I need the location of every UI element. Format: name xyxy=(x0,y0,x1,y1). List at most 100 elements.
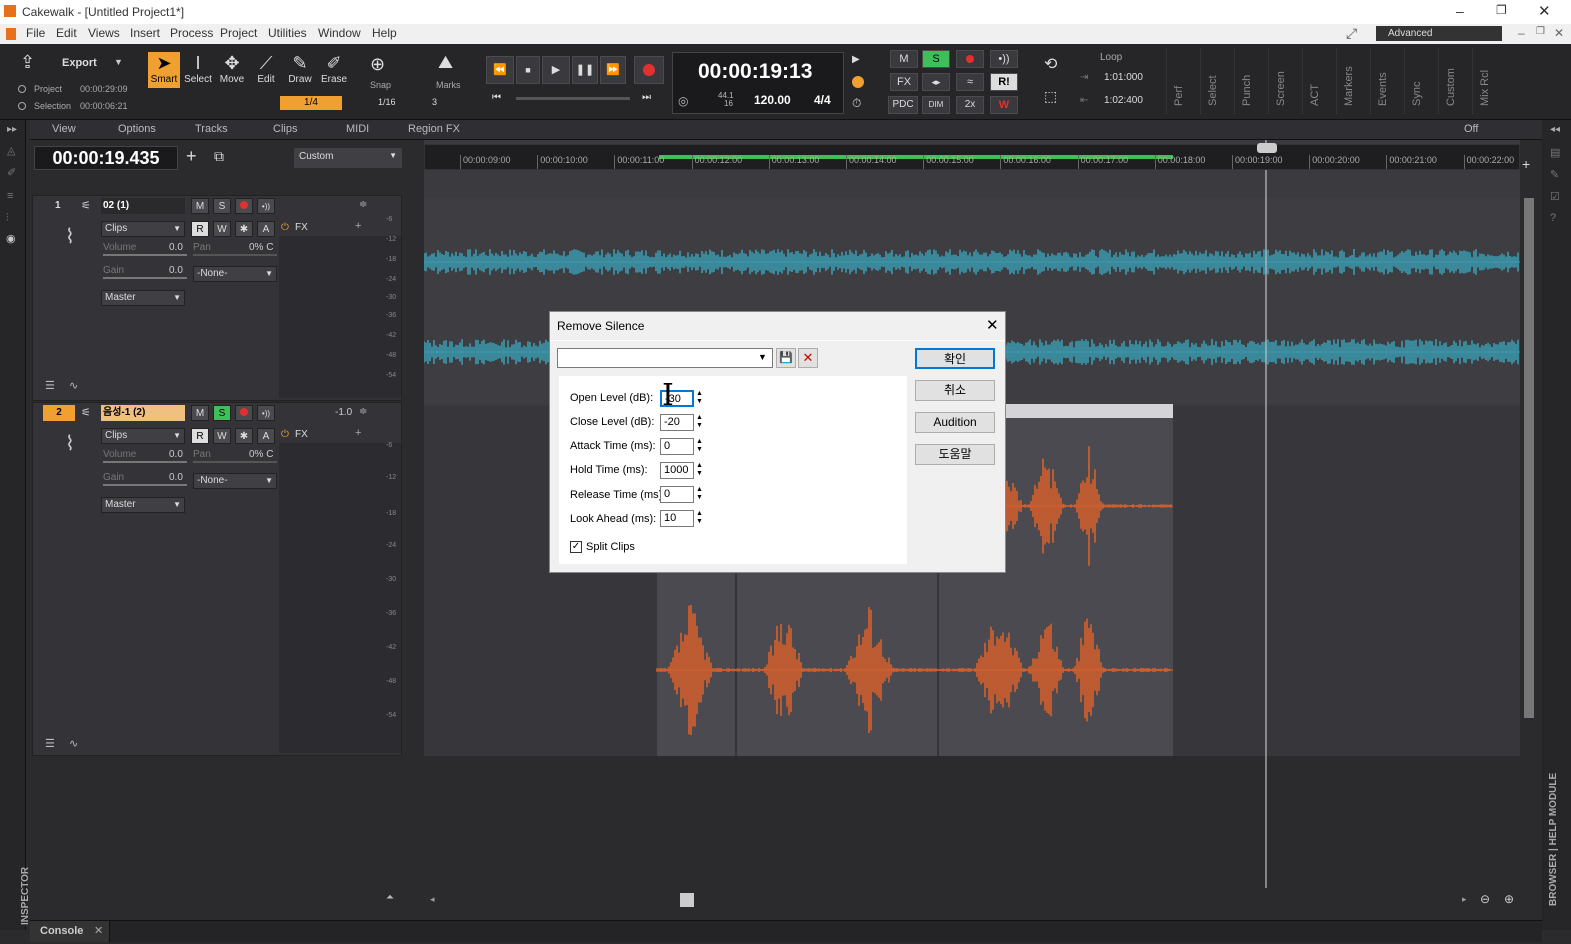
track-1[interactable]: 1 ⚟ 02 (1) M S •)) ≑ ⌇ Clips ▼ R W ✱ A ⏻ … xyxy=(32,195,402,401)
browser-icon-1[interactable]: ▤ xyxy=(1550,146,1560,159)
select-tool[interactable]: I Select xyxy=(182,52,214,88)
module-act[interactable]: ACT xyxy=(1302,48,1332,114)
module-screen[interactable]: Screen xyxy=(1268,48,1298,114)
project-radio[interactable] xyxy=(18,85,26,93)
workspace-select[interactable]: Advanced xyxy=(1376,26,1502,41)
track-settings-icon[interactable]: ⚟ xyxy=(81,406,91,419)
write-button[interactable]: W xyxy=(213,221,231,237)
ok-button[interactable]: 확인 xyxy=(915,348,995,369)
output-select[interactable]: Master ▼ xyxy=(101,290,185,306)
menu-project[interactable]: Project xyxy=(220,26,257,40)
solo-button[interactable]: S xyxy=(213,198,231,214)
close-level-input[interactable]: -20 xyxy=(660,414,694,431)
smart-tool[interactable]: ➤ Smart xyxy=(148,52,180,88)
look-ahead-input[interactable]: 10 xyxy=(660,510,694,527)
trim-icon[interactable]: ≑ xyxy=(359,199,367,210)
output-select[interactable]: Master ▼ xyxy=(101,497,185,513)
loop-end[interactable]: 1:02:400 xyxy=(1104,95,1143,106)
input-select[interactable]: -None- ▼ xyxy=(193,473,277,489)
gain-value[interactable]: 0.0 xyxy=(169,265,183,276)
automation-lane-icon[interactable]: ∿ xyxy=(69,379,78,392)
look-ahead-spinner[interactable]: ▲ ▼ xyxy=(696,510,704,527)
export-button[interactable]: Export xyxy=(62,57,97,69)
export-icon[interactable]: ⇪ xyxy=(20,52,35,73)
tool-icon-5[interactable]: ◉ xyxy=(6,232,16,245)
arm-button[interactable] xyxy=(235,198,253,214)
now-time[interactable]: 00:00:19.435 xyxy=(34,146,178,170)
arm-all-button[interactable] xyxy=(956,50,984,68)
menu-utilities[interactable]: Utilities xyxy=(268,26,307,40)
tool-icon-2[interactable]: ✐ xyxy=(7,166,16,179)
expand-icon[interactable]: ⤢ xyxy=(1346,25,1357,42)
sync-icon[interactable]: ◎ xyxy=(678,94,688,108)
pan-slider[interactable] xyxy=(193,461,277,463)
help-icon[interactable]: ? xyxy=(1550,212,1556,224)
console-close-icon[interactable]: ✕ xyxy=(94,924,103,937)
freeze-icon[interactable]: ✱ xyxy=(235,221,253,237)
fx-bypass-button[interactable]: FX xyxy=(890,73,918,91)
menu-process[interactable]: Process xyxy=(170,26,213,40)
zoom-in-icon[interactable]: ⊕ xyxy=(1504,892,1514,906)
close-level-spinner[interactable]: ▲ ▼ xyxy=(696,414,704,431)
tool-icon-1[interactable]: ◬ xyxy=(7,144,15,157)
input-select[interactable]: -None- ▼ xyxy=(193,266,277,282)
mute-all-button[interactable]: M xyxy=(890,50,918,68)
marks-icon[interactable]: ⛰ xyxy=(438,52,453,73)
clips-menu[interactable]: Clips xyxy=(273,123,297,135)
add-fx-icon[interactable]: + xyxy=(355,427,361,439)
metronome-record-icon[interactable] xyxy=(852,76,864,88)
play-button[interactable]: ▶ xyxy=(542,56,570,84)
go-end-icon[interactable]: ⏭ xyxy=(642,92,651,103)
track-name[interactable]: 02 (1) xyxy=(101,198,185,214)
play-mode-icon[interactable]: ▶ xyxy=(852,54,860,65)
trim-value[interactable]: -1.0 xyxy=(335,407,352,418)
doc-minimize-icon[interactable]: – xyxy=(1518,26,1525,40)
mute-button[interactable]: M xyxy=(191,405,209,421)
fast-forward-button[interactable]: ⏩ xyxy=(600,56,626,84)
clips-select[interactable]: Clips ▼ xyxy=(101,428,185,444)
mute-button[interactable]: M xyxy=(191,198,209,214)
double-button[interactable]: 2x xyxy=(956,96,984,114)
browser-icon-3[interactable]: ☑ xyxy=(1550,190,1560,203)
gain-slider[interactable] xyxy=(103,484,187,486)
scroll-thumb[interactable] xyxy=(680,893,694,907)
volume-slider[interactable] xyxy=(103,461,187,463)
delete-preset-icon[interactable]: ✕ xyxy=(798,348,818,368)
freeze-icon[interactable]: ✱ xyxy=(235,428,253,444)
pdc-button[interactable]: PDC xyxy=(888,96,918,114)
track-filter-select[interactable]: Custom ▼ xyxy=(294,148,402,168)
trim-icon[interactable]: ≑ xyxy=(359,406,367,417)
pause-button[interactable]: ❚❚ xyxy=(572,56,598,84)
track-name[interactable]: 음성-1 (2) xyxy=(101,405,185,421)
module-sync[interactable]: Sync xyxy=(1404,48,1434,114)
write-automation-button[interactable]: W xyxy=(990,96,1018,114)
move-tool[interactable]: ✥ Move xyxy=(216,52,248,88)
snap-number[interactable]: 3 xyxy=(432,97,437,107)
zoom-out-icon[interactable]: ⊖ xyxy=(1480,892,1490,906)
midi-menu[interactable]: MIDI xyxy=(346,123,369,135)
tracks-menu[interactable]: Tracks xyxy=(195,123,228,135)
rewind-button[interactable]: ⏪ xyxy=(486,56,514,84)
track-settings-icon[interactable]: ⚟ xyxy=(81,199,91,212)
pan-value[interactable]: 0% C xyxy=(249,242,273,253)
attack-time-input[interactable]: 0 xyxy=(660,438,694,455)
module-mix-recall[interactable]: Mix Rcl xyxy=(1472,48,1502,114)
archive-button[interactable]: A xyxy=(257,221,275,237)
punch-icon[interactable]: ⬚ xyxy=(1044,88,1057,105)
tempo[interactable]: 120.00 xyxy=(754,93,791,107)
browser-help-tab[interactable]: BROWSER | HELP MODULE xyxy=(1548,773,1559,906)
vertical-scrollbar[interactable] xyxy=(1524,198,1534,718)
stop-button[interactable]: ■ xyxy=(516,56,540,84)
module-perf[interactable]: Perf xyxy=(1166,48,1196,114)
menu-views[interactable]: Views xyxy=(88,26,120,40)
meter[interactable]: 4/4 xyxy=(814,93,831,107)
snap-value[interactable]: 1/16 xyxy=(378,97,396,107)
fx-power-icon[interactable]: ⏻ xyxy=(281,429,289,440)
read-button[interactable]: R xyxy=(191,428,209,444)
menu-window[interactable]: Window xyxy=(318,26,361,40)
doc-restore-icon[interactable]: ❐ xyxy=(1536,26,1545,37)
horizontal-scrollbar[interactable]: ◂ ▸ ⊖ ⊕ xyxy=(424,892,1520,908)
open-level-spinner[interactable]: ▲ ▼ xyxy=(696,390,704,407)
go-start-icon[interactable]: ⏮ xyxy=(492,92,501,103)
preset-select[interactable]: ▼ xyxy=(557,348,773,368)
